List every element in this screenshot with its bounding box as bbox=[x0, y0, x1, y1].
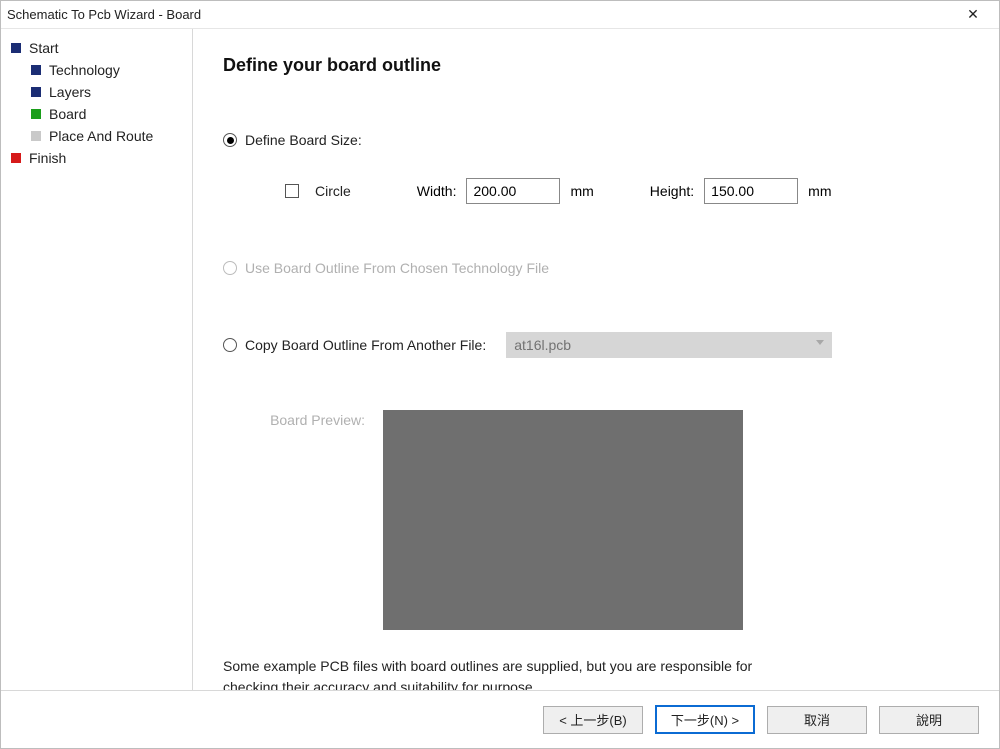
step-marker-icon bbox=[31, 131, 41, 141]
titlebar: Schematic To Pcb Wizard - Board ✕ bbox=[1, 1, 999, 29]
radio-copy-outline[interactable] bbox=[223, 338, 237, 352]
height-unit: mm bbox=[808, 183, 831, 199]
note-text: Some example PCB files with board outlin… bbox=[223, 656, 753, 690]
height-label: Height: bbox=[650, 183, 694, 199]
option-use-technology-outline: Use Board Outline From Chosen Technology… bbox=[223, 260, 969, 276]
option-label: Copy Board Outline From Another File: bbox=[245, 337, 486, 353]
option-label: Use Board Outline From Chosen Technology… bbox=[245, 260, 549, 276]
chevron-down-icon bbox=[816, 340, 824, 345]
copy-file-combobox[interactable]: at16l.pcb bbox=[506, 332, 832, 358]
width-input[interactable] bbox=[466, 178, 560, 204]
step-marker-icon bbox=[11, 153, 21, 163]
body: Start Technology Layers Board Place And … bbox=[1, 29, 999, 690]
step-marker-icon bbox=[31, 109, 41, 119]
content-panel: Define your board outline Define Board S… bbox=[193, 29, 999, 690]
window-title: Schematic To Pcb Wizard - Board bbox=[7, 7, 953, 22]
step-marker-icon bbox=[31, 65, 41, 75]
radio-dot-icon bbox=[227, 137, 234, 144]
step-layers[interactable]: Layers bbox=[5, 81, 188, 103]
step-technology[interactable]: Technology bbox=[5, 59, 188, 81]
step-marker-icon bbox=[11, 43, 21, 53]
height-input[interactable] bbox=[704, 178, 798, 204]
copy-file-value: at16l.pcb bbox=[514, 337, 571, 353]
close-icon[interactable]: ✕ bbox=[953, 6, 993, 23]
board-preview-canvas bbox=[383, 410, 743, 630]
page-heading: Define your board outline bbox=[223, 55, 969, 76]
step-label: Technology bbox=[49, 62, 120, 78]
board-preview-label: Board Preview: bbox=[223, 410, 383, 428]
step-label: Place And Route bbox=[49, 128, 153, 144]
wizard-window: Schematic To Pcb Wizard - Board ✕ Start … bbox=[0, 0, 1000, 749]
wizard-steps-sidebar: Start Technology Layers Board Place And … bbox=[1, 29, 193, 690]
step-board[interactable]: Board bbox=[5, 103, 188, 125]
board-preview-row: Board Preview: bbox=[223, 410, 969, 630]
circle-checkbox[interactable] bbox=[285, 184, 299, 198]
cancel-button[interactable]: 取消 bbox=[767, 706, 867, 734]
width-label: Width: bbox=[417, 183, 457, 199]
back-button[interactable]: < 上一步(B) bbox=[543, 706, 643, 734]
step-label: Start bbox=[29, 40, 59, 56]
step-place-and-route[interactable]: Place And Route bbox=[5, 125, 188, 147]
step-label: Layers bbox=[49, 84, 91, 100]
option-define-board-size[interactable]: Define Board Size: bbox=[223, 132, 969, 148]
step-finish[interactable]: Finish bbox=[5, 147, 188, 169]
option-copy-outline[interactable]: Copy Board Outline From Another File: at… bbox=[223, 332, 969, 358]
step-marker-icon bbox=[31, 87, 41, 97]
step-start[interactable]: Start bbox=[5, 37, 188, 59]
help-button[interactable]: 說明 bbox=[879, 706, 979, 734]
option-label: Define Board Size: bbox=[245, 132, 362, 148]
width-unit: mm bbox=[570, 183, 593, 199]
radio-use-technology-outline bbox=[223, 261, 237, 275]
step-label: Finish bbox=[29, 150, 66, 166]
circle-label: Circle bbox=[315, 183, 351, 199]
step-label: Board bbox=[49, 106, 86, 122]
radio-define-board-size[interactable] bbox=[223, 133, 237, 147]
next-button[interactable]: 下一步(N) > bbox=[655, 705, 755, 734]
board-size-row: Circle Width: mm Height: mm bbox=[223, 178, 969, 204]
wizard-footer: < 上一步(B) 下一步(N) > 取消 說明 bbox=[1, 690, 999, 748]
